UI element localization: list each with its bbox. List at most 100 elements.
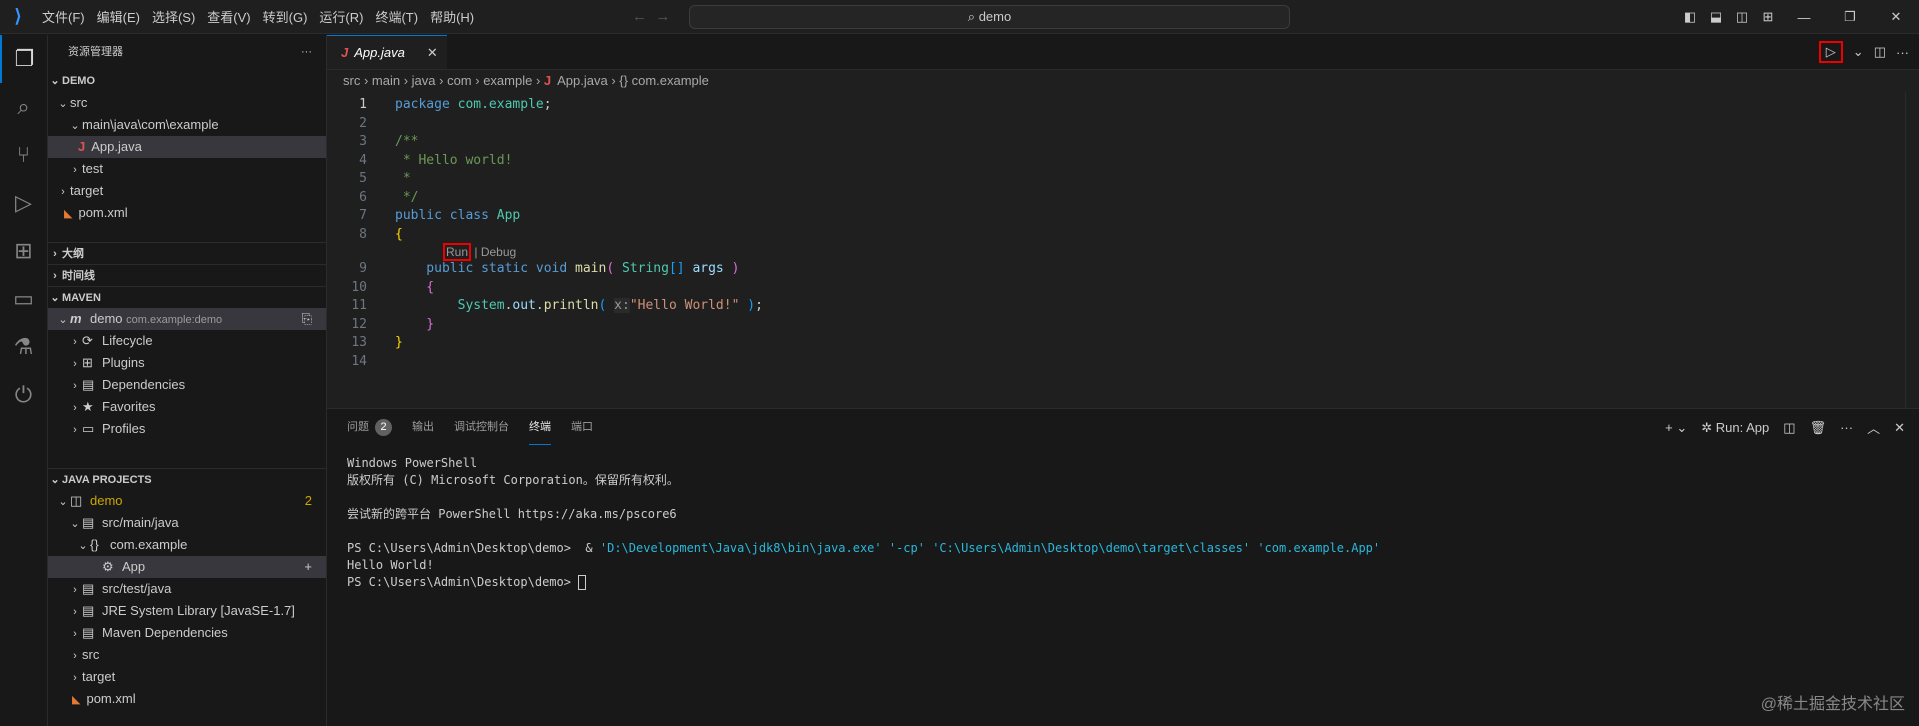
toggle-secondary-sidebar-icon[interactable]: ◫	[1729, 9, 1755, 25]
menu-file[interactable]: 文件(F)	[42, 10, 85, 25]
maven-favorites[interactable]: › ★ Favorites	[48, 396, 326, 418]
menu-view[interactable]: 查看(V)	[207, 10, 250, 25]
restore-button[interactable]: ❐	[1827, 9, 1873, 25]
tree-item-src[interactable]: ⌄ src	[48, 92, 326, 114]
explorer-icon[interactable]: ❐	[0, 35, 47, 83]
xml-file-icon: ◣	[64, 208, 73, 220]
back-arrow-icon[interactable]: ←	[632, 8, 647, 25]
close-tab-icon[interactable]: ✕	[427, 45, 438, 60]
bottom-panel: 问题 2 输出 调试控制台 终端 端口 + ⌄ ✲ Run: App ◫ 🗑 ··…	[327, 408, 1919, 726]
menu-run[interactable]: 运行(R)	[319, 10, 363, 25]
java-projects-section[interactable]: ⌄ JAVA PROJECTS	[48, 468, 326, 490]
code-token: )	[739, 298, 756, 313]
chevron-right-icon: ›	[73, 164, 77, 176]
chevron-down-icon: ⌄	[50, 474, 60, 486]
customize-layout-icon[interactable]: ⊞	[1755, 9, 1781, 25]
crumb[interactable]: src	[343, 73, 360, 88]
tab-debug-console[interactable]: 调试控制台	[454, 409, 509, 445]
run-codelens[interactable]: Run	[443, 243, 472, 261]
maven-profiles[interactable]: › ▭ Profiles	[48, 418, 326, 440]
code-token: class	[449, 208, 497, 223]
toggle-sidebar-icon[interactable]: ◧	[1677, 9, 1703, 25]
search-view-icon[interactable]: ⌕	[0, 83, 47, 131]
terminal-instance[interactable]: ✲ Run: App	[1701, 420, 1769, 436]
workspace-header[interactable]: ⌄ DEMO	[48, 70, 326, 92]
new-terminal-icon[interactable]: + ⌄	[1665, 420, 1687, 436]
remote-explorer-icon[interactable]: ▭	[0, 275, 47, 323]
crumb[interactable]: com.example	[632, 73, 709, 88]
codelens: Run | Debug	[327, 243, 1919, 261]
open-pom-icon[interactable]: ⎘	[302, 308, 312, 330]
tree-item-pom[interactable]: ◣ pom.xml	[48, 202, 326, 224]
menu-terminal[interactable]: 终端(T)	[375, 10, 418, 25]
forward-arrow-icon[interactable]: →	[655, 8, 670, 25]
terminal-output[interactable]: Windows PowerShell 版权所有 (C) Microsoft Cor…	[327, 445, 1919, 601]
tab-app-java[interactable]: J App.java ✕	[327, 35, 447, 69]
maven-project-demo[interactable]: ⌄ m demo com.example:demo ⎘	[48, 308, 326, 330]
tree-item-main[interactable]: ⌄ main\java\com\example	[48, 114, 326, 136]
java-project-demo[interactable]: ⌄ ◫ demo 2	[48, 490, 326, 512]
java-target[interactable]: › target	[48, 666, 326, 688]
toggle-panel-icon[interactable]: ⬓	[1703, 9, 1729, 25]
code-editor[interactable]: 1 package com.example; 2 3 /** 4 * Hello worl…	[327, 96, 1919, 371]
tab-output[interactable]: 输出	[412, 409, 434, 445]
minimize-button[interactable]: —	[1781, 10, 1827, 25]
java-package[interactable]: ⌄{} com.example	[48, 534, 326, 556]
menu-edit[interactable]: 编辑(E)	[97, 10, 140, 25]
close-panel-icon[interactable]: ✕	[1894, 420, 1905, 436]
java-class-app[interactable]: ⚙ App +	[48, 556, 326, 578]
maven-section[interactable]: ⌄ MAVEN	[48, 286, 326, 308]
crumb[interactable]: example	[483, 73, 532, 88]
maven-plugins[interactable]: › ⊞ Plugins	[48, 352, 326, 374]
maximize-panel-icon[interactable]: ︿	[1867, 418, 1880, 437]
run-dropdown-chevron-icon[interactable]: ⌄	[1853, 44, 1864, 60]
editor-more-icon[interactable]: ···	[1896, 45, 1909, 60]
chevron-down-icon: ⌄	[70, 518, 80, 530]
timeline-section[interactable]: › 时间线	[48, 264, 326, 286]
chevron-right-icon: ›	[61, 186, 65, 198]
tree-item-app-java[interactable]: J App.java	[48, 136, 326, 158]
menu-help[interactable]: 帮助(H)	[430, 10, 474, 25]
command-center-search[interactable]: ⌕ demo	[689, 5, 1290, 29]
menu-go[interactable]: 转到(G)	[263, 10, 308, 25]
tab-problems[interactable]: 问题 2	[347, 409, 392, 445]
split-editor-icon[interactable]: ◫	[1874, 44, 1886, 60]
maven-lifecycle[interactable]: › ⟳ Lifecycle	[48, 330, 326, 352]
java-src-main[interactable]: ⌄ ▤ src/main/java	[48, 512, 326, 534]
source-control-icon[interactable]: ⑂	[0, 131, 47, 179]
testing-icon[interactable]: ⚗	[0, 323, 47, 371]
spring-boot-icon[interactable]: ⏻	[0, 371, 47, 419]
crumb[interactable]: java	[412, 73, 436, 88]
crumb[interactable]: com	[447, 73, 472, 88]
tree-item-test[interactable]: › test	[48, 158, 326, 180]
java-pom[interactable]: ◣ pom.xml	[48, 688, 326, 710]
extensions-icon[interactable]: ⊞	[0, 227, 47, 275]
editor-scrollbar[interactable]	[1905, 92, 1919, 408]
tree-item-target[interactable]: › target	[48, 180, 326, 202]
run-java-button[interactable]: ▷	[1818, 41, 1843, 63]
java-jre-library[interactable]: › ▤ JRE System Library [JavaSE-1.7]	[48, 600, 326, 622]
more-actions-icon[interactable]: ···	[301, 35, 312, 70]
close-window-button[interactable]: ✕	[1873, 9, 1919, 25]
tab-terminal[interactable]: 终端	[529, 409, 551, 445]
code-token: ;	[543, 97, 552, 112]
menu-selection[interactable]: 选择(S)	[152, 10, 195, 25]
java-maven-deps[interactable]: › ▤ Maven Dependencies	[48, 622, 326, 644]
crumb[interactable]: App.java	[557, 73, 608, 88]
split-terminal-icon[interactable]: ◫	[1783, 420, 1795, 436]
minimap[interactable]	[1807, 125, 1857, 155]
java-src[interactable]: › src	[48, 644, 326, 666]
crumb[interactable]: main	[372, 73, 400, 88]
trash-icon[interactable]: 🗑	[1810, 420, 1827, 436]
maven-dependencies[interactable]: › ▤ Dependencies	[48, 374, 326, 396]
java-src-test[interactable]: › ▤ src/test/java	[48, 578, 326, 600]
add-icon[interactable]: +	[304, 556, 312, 578]
run-debug-icon[interactable]: ▷	[0, 179, 47, 227]
debug-codelens[interactable]: Debug	[481, 245, 516, 259]
tab-ports[interactable]: 端口	[571, 409, 593, 445]
search-icon: ⌕	[967, 9, 979, 24]
label: test	[82, 161, 103, 176]
outline-section[interactable]: › 大纲	[48, 242, 326, 264]
more-icon[interactable]: ···	[1840, 420, 1853, 435]
